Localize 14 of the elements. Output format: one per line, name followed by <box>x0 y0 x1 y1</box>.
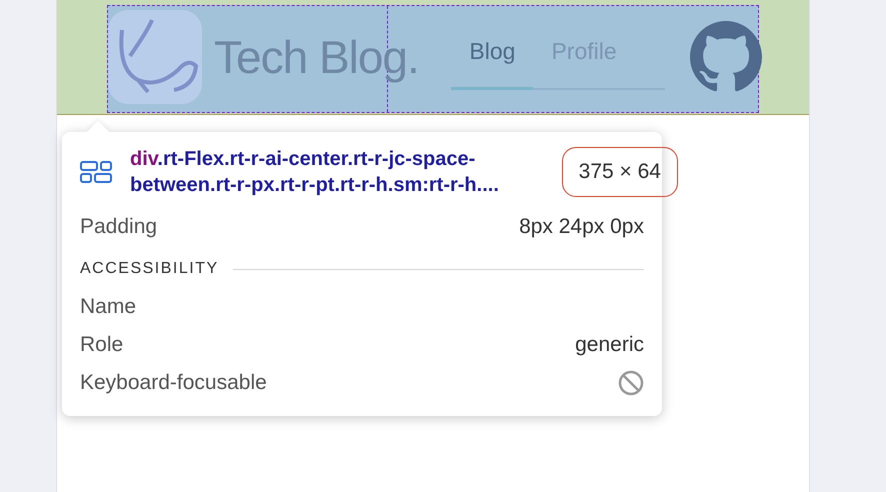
github-icon[interactable] <box>690 21 762 93</box>
flex-layout-icon <box>80 161 112 183</box>
property-value: generic <box>575 333 644 357</box>
property-label: Keyboard-focusable <box>80 371 267 395</box>
nav-tab[interactable]: Blog <box>451 38 534 90</box>
element-selector: div.rt-Flex.rt-r-ai-center.rt-r-jc-space-between.rt-r-px.rt-r-pt.rt-r-h.sm:rt-r-h.... <box>130 147 500 198</box>
property-label: Name <box>80 295 136 319</box>
element-size: 375 × 64 <box>562 147 678 197</box>
property-label: Role <box>80 333 124 357</box>
dragon-logo-icon <box>108 10 202 104</box>
section-heading: ACCESSIBILITY <box>80 260 219 278</box>
property-label: Padding <box>80 215 158 239</box>
site-title: Tech Blog. <box>214 30 419 84</box>
property-value: 8px 24px 0px <box>519 215 644 239</box>
